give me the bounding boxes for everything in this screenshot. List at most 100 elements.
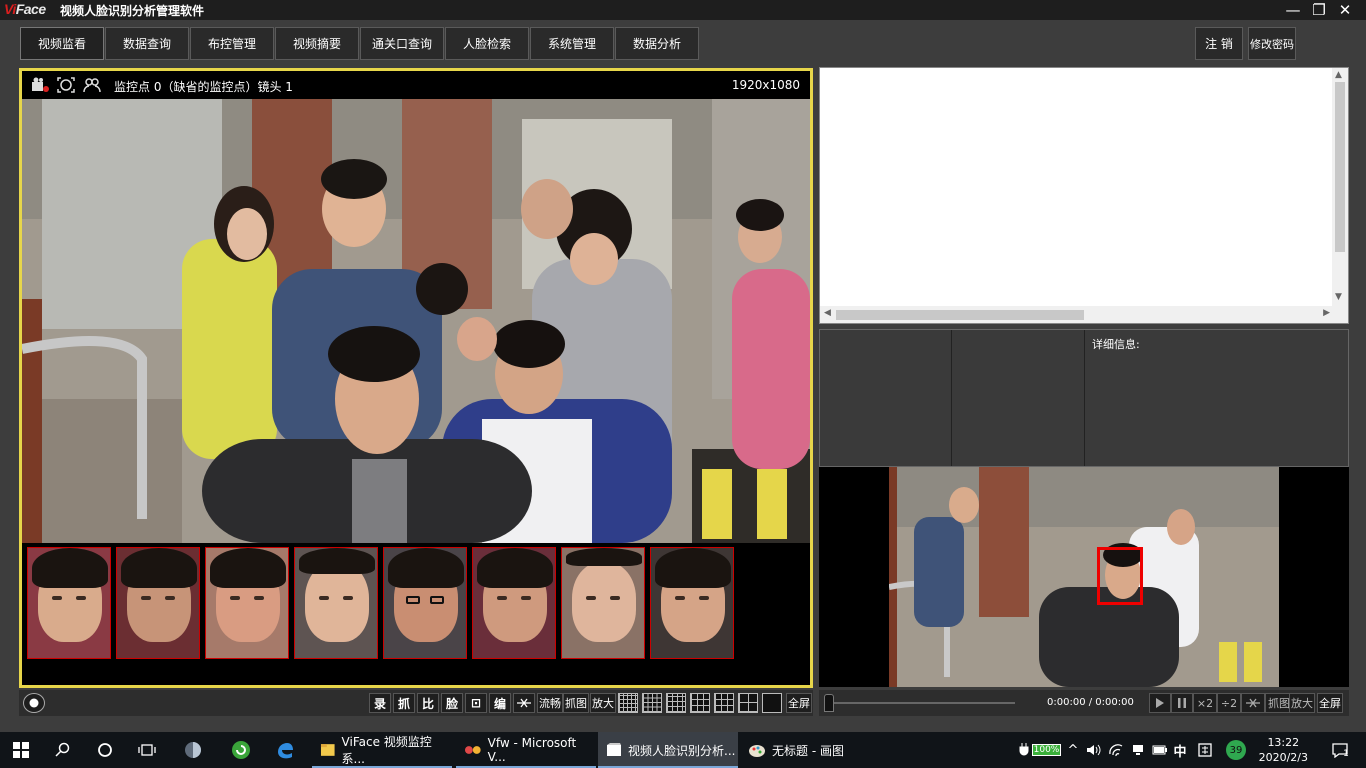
live-video-feed[interactable]: [22, 99, 810, 543]
grid-25-icon[interactable]: [618, 693, 638, 713]
capture-image-slot: [820, 330, 952, 466]
ime-indicator[interactable]: 中: [1170, 732, 1190, 768]
horizontal-scrollbar[interactable]: ◀ ▶: [820, 306, 1348, 323]
menu-customs-query[interactable]: 通关口查询: [360, 27, 444, 60]
volume-icon[interactable]: [1084, 732, 1104, 768]
face-thumbnail[interactable]: [205, 547, 289, 659]
face-thumbnail[interactable]: [294, 547, 378, 659]
capture-face-button[interactable]: 抓: [393, 693, 415, 713]
grid-4-icon[interactable]: [738, 693, 758, 713]
record-icon[interactable]: [23, 693, 45, 713]
face-thumbnail[interactable]: [116, 547, 200, 659]
chevron-up-icon[interactable]: ^: [1066, 732, 1080, 768]
menu-video-summary[interactable]: 视频摘要: [275, 27, 359, 60]
grid-1-icon[interactable]: [762, 693, 782, 713]
main-video-panel: 监控点 0（缺省的监控点）镜头 1 1920x1080: [19, 68, 813, 688]
app-pinwheel-icon[interactable]: [172, 732, 214, 768]
speed-up-button[interactable]: ×2: [1193, 693, 1217, 713]
seek-track[interactable]: [825, 702, 1015, 704]
face-detect-icon[interactable]: [56, 76, 76, 94]
grid-12-icon[interactable]: [666, 693, 686, 713]
seek-handle[interactable]: [824, 694, 834, 712]
result-list[interactable]: ▲ ▼ ◀ ▶: [819, 67, 1349, 324]
title-bar: ViFace 视频人脸识别分析管理软件 — ❐ ✕: [0, 0, 1366, 20]
zoom-button[interactable]: 放大: [590, 693, 616, 713]
grid-9-icon[interactable]: [690, 693, 710, 713]
battery-indicator[interactable]: 100%: [1016, 732, 1064, 768]
taskbar-task-vfw[interactable]: Vfw - Microsoft V...: [456, 732, 596, 768]
play-icon[interactable]: [1149, 693, 1171, 713]
frame-button[interactable]: ⊡: [465, 693, 487, 713]
face-detection-box: [1097, 547, 1143, 605]
scroll-left-icon[interactable]: ◀: [824, 308, 831, 318]
face-button[interactable]: 脸: [441, 693, 463, 713]
fullscreen-button[interactable]: 全屏: [786, 693, 812, 713]
menu-bar: 视频监看 数据查询 布控管理 视频摘要 通关口查询 人脸检索 系统管理 数据分析…: [0, 20, 1366, 66]
network-icon[interactable]: [1128, 732, 1148, 768]
detail-panel: 详细信息:: [819, 329, 1349, 467]
menu-face-search[interactable]: 人脸检索: [445, 27, 529, 60]
notifications-icon[interactable]: 1: [1326, 732, 1354, 768]
menu-system-admin[interactable]: 系统管理: [530, 27, 614, 60]
scroll-up-icon[interactable]: ▲: [1335, 70, 1342, 80]
face-thumbnail[interactable]: [472, 547, 556, 659]
clock[interactable]: 13:22 2020/2/3: [1259, 735, 1308, 765]
playback-fullscreen-button[interactable]: 全屏: [1317, 693, 1343, 713]
start-icon[interactable]: [0, 732, 42, 768]
vertical-scrollbar[interactable]: ▲ ▼: [1332, 68, 1348, 306]
scroll-right-icon[interactable]: ▶: [1323, 308, 1330, 318]
pause-icon[interactable]: [1171, 693, 1193, 713]
face-thumbnail-strip: [22, 543, 810, 685]
face-thumbnail[interactable]: [561, 547, 645, 659]
mute-icon[interactable]: [1241, 693, 1265, 713]
app-logo: ViFace: [4, 1, 46, 17]
close-button[interactable]: ✕: [1332, 0, 1358, 20]
playback-preview[interactable]: [819, 467, 1349, 687]
grid-16-icon[interactable]: [642, 693, 662, 713]
smooth-button[interactable]: 流畅: [537, 693, 563, 713]
face-thumbnail[interactable]: [27, 547, 111, 659]
app-notification-badge[interactable]: 39: [1224, 732, 1248, 768]
windows-taskbar: ViFace 视频监控系... Vfw - Microsoft V... 视频人…: [0, 732, 1366, 768]
face-thumbnail[interactable]: [650, 547, 734, 659]
menu-data-query[interactable]: 数据查询: [105, 27, 189, 60]
grid-6-icon[interactable]: [714, 693, 734, 713]
restore-button[interactable]: ❐: [1306, 0, 1332, 20]
search-icon[interactable]: [42, 732, 84, 768]
taskbar-task-viface-monitor[interactable]: ViFace 视频监控系...: [312, 732, 452, 768]
slow-down-button[interactable]: ÷2: [1217, 693, 1241, 713]
ime-mode-icon[interactable]: [1193, 732, 1217, 768]
minimize-button[interactable]: —: [1280, 0, 1306, 20]
detail-info-label: 详细信息:: [1092, 338, 1140, 351]
camera-label: 监控点 0（缺省的监控点）镜头 1: [114, 80, 293, 94]
record-button[interactable]: 录: [369, 693, 391, 713]
snapshot-button[interactable]: 抓图: [563, 693, 589, 713]
record-camera-icon[interactable]: [30, 76, 50, 94]
video-header: 监控点 0（缺省的监控点）镜头 1 1920x1080: [22, 71, 810, 99]
menu-deploy-control[interactable]: 布控管理: [190, 27, 274, 60]
match-image-slot: [952, 330, 1085, 466]
menu-data-analysis[interactable]: 数据分析: [615, 27, 699, 60]
change-password-button[interactable]: 修改密码: [1248, 27, 1296, 60]
playback-zoom-button[interactable]: 放大: [1289, 693, 1315, 713]
taskbar-task-paint[interactable]: 无标题 - 画图: [740, 732, 876, 768]
playback-toolbar: 0:00:00 / 0:00:00 ×2 ÷2 抓图 放大 全屏: [819, 690, 1349, 716]
compare-button[interactable]: 比: [417, 693, 439, 713]
playback-video[interactable]: [889, 467, 1279, 687]
people-icon[interactable]: [82, 76, 102, 94]
face-thumbnail[interactable]: [383, 547, 467, 659]
edit-button[interactable]: 编: [489, 693, 511, 713]
wifi-icon[interactable]: [1106, 732, 1126, 768]
scroll-down-icon[interactable]: ▼: [1335, 292, 1342, 302]
cortana-icon[interactable]: [84, 732, 126, 768]
menu-video-monitor[interactable]: 视频监看: [20, 27, 104, 60]
task-view-icon[interactable]: [126, 732, 168, 768]
app-title: 视频人脸识别分析管理软件: [60, 4, 205, 18]
app-window: ViFace 视频人脸识别分析管理软件 — ❐ ✕ 视频监看 数据查询 布控管理…: [0, 0, 1366, 732]
taskbar-task-face-analysis[interactable]: 视频人脸识别分析...: [598, 732, 738, 768]
edge-browser-icon[interactable]: [264, 732, 306, 768]
power-icon[interactable]: [1150, 732, 1170, 768]
logout-button[interactable]: 注 销: [1195, 27, 1243, 60]
mute-icon[interactable]: [513, 693, 535, 713]
refresh-app-icon[interactable]: [220, 732, 262, 768]
